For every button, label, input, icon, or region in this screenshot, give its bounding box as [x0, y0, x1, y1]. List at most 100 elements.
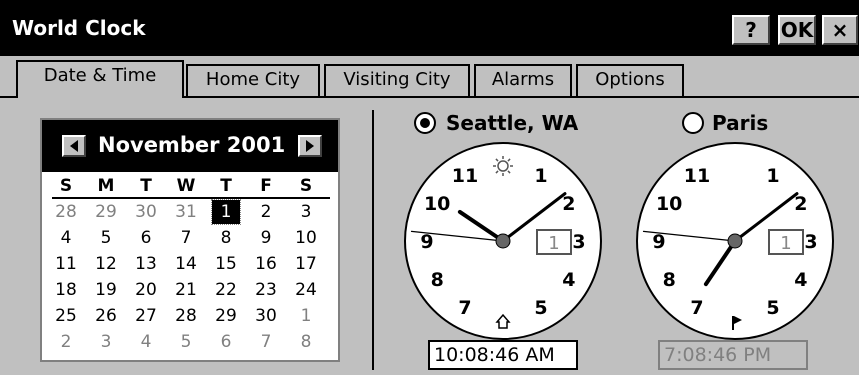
clock-number: 3 — [804, 231, 817, 253]
calendar-day[interactable]: 4 — [128, 330, 164, 354]
clock-number: 11 — [684, 165, 710, 187]
calendar-day[interactable]: 15 — [208, 252, 244, 276]
vertical-divider — [372, 110, 374, 370]
calendar-day[interactable]: 12 — [88, 252, 124, 276]
calendar-day[interactable]: 10 — [288, 226, 324, 250]
calendar-day[interactable]: 13 — [128, 252, 164, 276]
clock-number: 8 — [663, 269, 676, 291]
calendar-day[interactable]: 3 — [288, 200, 324, 224]
clock-number: 1 — [534, 165, 547, 187]
calendar-day[interactable]: 5 — [168, 330, 204, 354]
clock-center — [495, 233, 511, 249]
clock-number: 10 — [656, 193, 682, 215]
close-button[interactable]: × — [822, 15, 858, 45]
calendar-day[interactable]: 8 — [288, 330, 324, 354]
window-title: World Clock — [12, 16, 146, 40]
calendar-day[interactable]: 22 — [208, 278, 244, 302]
weekday-header: T — [140, 176, 152, 196]
tab-home-city[interactable]: Home City — [186, 64, 320, 96]
calendar-day[interactable]: 4 — [48, 226, 84, 250]
triangle-left-icon — [70, 140, 78, 152]
clock-number: 7 — [458, 297, 471, 319]
weekday-header: F — [260, 176, 272, 196]
visiting-time-field: 7:08:46 PM — [658, 340, 808, 370]
ok-button[interactable]: OK — [778, 15, 816, 45]
calendar-day[interactable]: 28 — [168, 304, 204, 328]
clock-number: 3 — [572, 231, 585, 253]
calendar-day[interactable]: 26 — [88, 304, 124, 328]
calendar-day[interactable]: 29 — [88, 200, 124, 224]
calendar-day[interactable]: 19 — [88, 278, 124, 302]
clock-number: 9 — [652, 231, 665, 253]
weekday-header: T — [220, 176, 232, 196]
calendar-day[interactable]: 18 — [48, 278, 84, 302]
calendar-day[interactable]: 17 — [288, 252, 324, 276]
next-month-button[interactable] — [298, 135, 322, 157]
clock-number: 2 — [794, 193, 807, 215]
month-label: November 2001 — [98, 133, 286, 157]
date-box-label: 1 — [780, 233, 791, 254]
clock-number: 8 — [431, 269, 444, 291]
weekday-header: M — [97, 176, 115, 196]
calendar-day[interactable]: 9 — [248, 226, 284, 250]
calendar-day[interactable]: 25 — [48, 304, 84, 328]
title-bar: World Clock ? OK × — [0, 0, 859, 56]
tab-options[interactable]: Options — [576, 64, 684, 96]
calendar-day[interactable]: 30 — [248, 304, 284, 328]
calendar-day[interactable]: 7 — [168, 226, 204, 250]
calendar-day[interactable]: 8 — [208, 226, 244, 250]
clock-center — [727, 233, 743, 249]
calendar-day[interactable]: 2 — [48, 330, 84, 354]
calendar-header: November 2001 — [42, 120, 338, 172]
calendar-day[interactable]: 3 — [88, 330, 124, 354]
calendar-day[interactable]: 11 — [48, 252, 84, 276]
calendar-day[interactable]: 20 — [128, 278, 164, 302]
visiting-city-label[interactable]: Paris — [712, 111, 768, 135]
date-box-label: 1 — [548, 233, 559, 254]
clock-number: 1 — [766, 165, 779, 187]
calendar-day[interactable]: 28 — [48, 200, 84, 224]
calendar-day[interactable]: 6 — [208, 330, 244, 354]
calendar-day[interactable]: 23 — [248, 278, 284, 302]
triangle-right-icon — [306, 140, 314, 152]
clock-number: 2 — [562, 193, 575, 215]
calendar-day[interactable]: 6 — [128, 226, 164, 250]
weekday-header: S — [299, 176, 313, 196]
calendar: November 2001 S M T W T F S 28 29 30 31 1 2 3 4 5 6 7 8 9 10… — [40, 118, 340, 362]
home-city-label[interactable]: Seattle, WA — [446, 111, 578, 135]
clock-number: 11 — [452, 165, 478, 187]
calendar-day[interactable]: 1 — [288, 304, 324, 328]
calendar-day[interactable]: 29 — [208, 304, 244, 328]
home-city-radio[interactable] — [414, 112, 436, 134]
weekday-header: S — [59, 176, 73, 196]
tab-alarms[interactable]: Alarms — [474, 64, 572, 96]
weekday-divider — [52, 197, 330, 199]
home-time-field[interactable]: 10:08:46 AM — [428, 340, 578, 370]
calendar-day[interactable]: 27 — [128, 304, 164, 328]
home-analog-clock: 1234578910111 — [404, 142, 602, 340]
clock-number: 10 — [424, 193, 450, 215]
calendar-day[interactable]: 14 — [168, 252, 204, 276]
calendar-day[interactable]: 7 — [248, 330, 284, 354]
calendar-day[interactable]: 16 — [248, 252, 284, 276]
tab-visiting-city[interactable]: Visiting City — [324, 64, 470, 96]
weekday-header: W — [176, 176, 196, 196]
help-button[interactable]: ? — [732, 15, 770, 45]
clock-number: 5 — [534, 297, 547, 319]
radio-selected-dot — [420, 118, 430, 128]
clock-number: 9 — [420, 231, 433, 253]
calendar-day[interactable]: 21 — [168, 278, 204, 302]
clock-number: 5 — [766, 297, 779, 319]
calendar-day[interactable]: 5 — [88, 226, 124, 250]
tab-date-time[interactable]: Date & Time — [16, 60, 184, 98]
calendar-day[interactable]: 1 — [211, 199, 241, 225]
visiting-city-radio[interactable] — [682, 112, 704, 134]
tab-strip: Date & Time Home City Visiting City Alar… — [0, 56, 859, 98]
calendar-day[interactable]: 31 — [168, 200, 204, 224]
clock-number: 4 — [794, 269, 807, 291]
calendar-day[interactable]: 30 — [128, 200, 164, 224]
visiting-analog-clock: 1234578910111 — [636, 142, 834, 340]
calendar-day[interactable]: 24 — [288, 278, 324, 302]
prev-month-button[interactable] — [62, 135, 86, 157]
calendar-day[interactable]: 2 — [248, 200, 284, 224]
